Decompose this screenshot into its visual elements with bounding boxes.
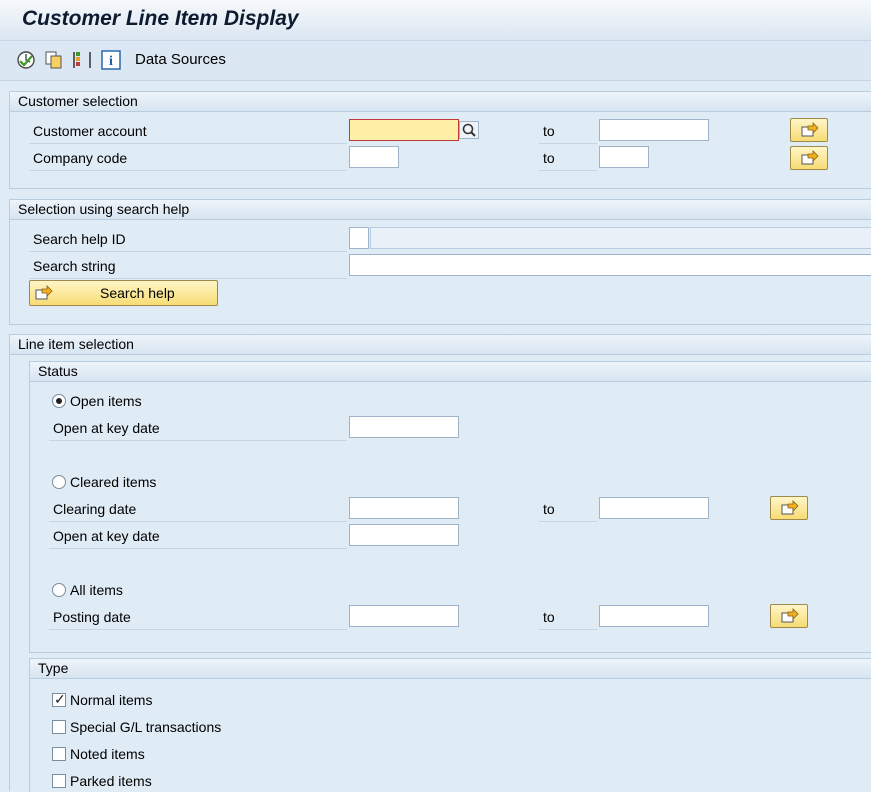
svg-text:i: i: [109, 54, 113, 69]
normal-items-label: Normal items: [70, 692, 153, 708]
data-sources-menu[interactable]: Data Sources: [135, 51, 226, 68]
search-string-input[interactable]: [349, 254, 871, 276]
multiple-selection-icon: [801, 122, 819, 137]
multiple-selection-icon: [781, 500, 799, 515]
customer-account-input[interactable]: [349, 119, 459, 141]
cleared-open-key-date-input[interactable]: [349, 524, 459, 546]
line-item-selection-group: Line item selection Status Open items Op…: [9, 334, 871, 792]
copy-icon[interactable]: [44, 50, 64, 70]
open-at-key-date-2-label: Open at key date: [53, 528, 160, 544]
multiple-selection-button[interactable]: [790, 118, 828, 142]
checkmark-icon: ✓: [54, 691, 66, 707]
company-code-to-input[interactable]: [599, 146, 649, 168]
line-item-selection-title: Line item selection: [10, 335, 871, 355]
status-title: Status: [30, 362, 871, 382]
to-label: to: [543, 609, 555, 625]
search-icon[interactable]: [459, 121, 479, 139]
cleared-items-label: Cleared items: [70, 474, 157, 490]
all-items-radio[interactable]: [52, 583, 66, 597]
to-label: to: [543, 501, 555, 517]
open-items-radio[interactable]: [52, 394, 66, 408]
company-code-input[interactable]: [349, 146, 399, 168]
cleared-items-radio[interactable]: [52, 475, 66, 489]
divider: [29, 143, 347, 144]
noted-items-label: Noted items: [70, 746, 145, 762]
search-help-button-label: Search help: [100, 285, 175, 301]
multiple-selection-button[interactable]: [770, 496, 808, 520]
page-title: Customer Line Item Display: [22, 7, 299, 30]
search-string-label: Search string: [33, 258, 116, 274]
divider: [29, 251, 347, 252]
divider: [29, 170, 347, 171]
company-code-label: Company code: [33, 150, 128, 166]
title-bar: Customer Line Item Display: [0, 0, 871, 41]
search-help-id-input[interactable]: [349, 227, 369, 249]
search-help-title: Selection using search help: [10, 200, 871, 220]
search-help-description-field: [370, 227, 871, 249]
open-items-label: Open items: [70, 393, 142, 409]
posting-date-label: Posting date: [53, 609, 131, 625]
divider: [539, 629, 597, 630]
divider: [539, 143, 597, 144]
clearing-date-to-input[interactable]: [599, 497, 709, 519]
special-gl-label: Special G/L transactions: [70, 719, 222, 735]
customer-account-label: Customer account: [33, 123, 147, 139]
open-key-date-input[interactable]: [349, 416, 459, 438]
clearing-date-input[interactable]: [349, 497, 459, 519]
parked-items-checkbox[interactable]: [52, 774, 66, 788]
to-label: to: [543, 150, 555, 166]
divider: [539, 521, 597, 522]
customer-selection-group: Customer selection Customer account to C…: [9, 91, 871, 189]
noted-items-checkbox[interactable]: [52, 747, 66, 761]
search-help-button[interactable]: Search help: [29, 280, 218, 306]
all-items-label: All items: [70, 582, 123, 598]
multiple-selection-icon: [35, 285, 53, 300]
multiple-selection-icon: [781, 608, 799, 623]
info-icon[interactable]: i: [101, 50, 121, 70]
normal-items-checkbox[interactable]: ✓: [52, 691, 66, 707]
customer-account-to-input[interactable]: [599, 119, 709, 141]
execute-icon[interactable]: [16, 50, 36, 70]
clearing-date-label: Clearing date: [53, 501, 137, 517]
divider: [29, 278, 347, 279]
status-group: Status Open items Open at key date Clear…: [29, 361, 871, 653]
posting-date-to-input[interactable]: [599, 605, 709, 627]
divider: [49, 521, 347, 522]
multiple-selection-button[interactable]: [770, 604, 808, 628]
multiple-selection-button[interactable]: [790, 146, 828, 170]
search-help-id-label: Search help ID: [33, 231, 126, 247]
search-help-group: Selection using search help Search help …: [9, 199, 871, 325]
customer-selection-title: Customer selection: [10, 92, 871, 112]
layout-icon[interactable]: [72, 50, 92, 70]
divider: [49, 629, 347, 630]
divider: [49, 440, 347, 441]
to-label: to: [543, 123, 555, 139]
divider: [539, 170, 597, 171]
posting-date-input[interactable]: [349, 605, 459, 627]
type-group: Type ✓ Normal items Special G/L transact…: [29, 658, 871, 792]
type-title: Type: [30, 659, 871, 679]
parked-items-label: Parked items: [70, 773, 152, 789]
divider: [49, 548, 347, 549]
special-gl-checkbox[interactable]: [52, 720, 66, 734]
application-toolbar: i Data Sources: [0, 41, 871, 81]
multiple-selection-icon: [801, 150, 819, 165]
open-at-key-date-label: Open at key date: [53, 420, 160, 436]
